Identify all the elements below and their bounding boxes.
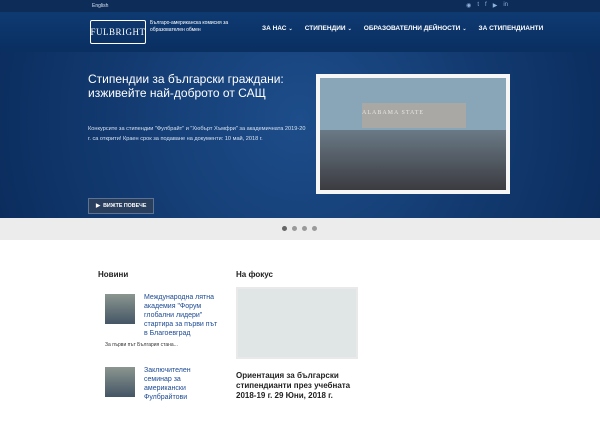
focus-title: На фокус — [236, 270, 273, 279]
carousel-dot[interactable] — [302, 226, 307, 231]
chevron-down-icon: ⌄ — [288, 25, 293, 32]
news-item-excerpt: За първи път България стана... — [105, 342, 178, 348]
sign-text: ALABAMA STATE — [362, 110, 425, 116]
see-more-label: ВИЖТЕ ПОВЕЧЕ — [103, 203, 147, 209]
nav-about-label: ЗА НАС — [262, 25, 287, 32]
chevron-down-icon: ⌄ — [462, 25, 467, 32]
carousel-dot[interactable] — [282, 226, 287, 231]
news-thumbnail[interactable] — [105, 294, 135, 324]
chevron-down-icon: ⌄ — [347, 25, 352, 32]
logo[interactable]: FULBRIGHT Българо-американска комисия за… — [90, 20, 230, 44]
hero-photo: ALABAMA STATE — [316, 74, 510, 194]
focus-section: На фокус Ориентация за български стипенд… — [236, 270, 362, 401]
news-thumbnail[interactable] — [105, 367, 135, 397]
nav-education-label: ОБРАЗОВАТЕЛНИ ДЕЙНОСТИ — [363, 25, 461, 32]
crowd — [320, 130, 506, 190]
see-more-button[interactable]: ▶ ВИЖТЕ ПОВЕЧЕ — [88, 198, 154, 214]
hero-slider: Стипендии за български граждани: изживей… — [0, 52, 600, 218]
news-item-title[interactable]: Заключителен семинар за американски Фулб… — [144, 366, 218, 402]
nav-scholarships[interactable]: СТИПЕНДИИ ⌄ — [305, 25, 352, 32]
news-item[interactable]: Заключителен семинар за американски Фулб… — [98, 367, 218, 425]
focus-photo[interactable] — [236, 287, 358, 359]
carousel-dot[interactable] — [312, 226, 317, 231]
news-item-title[interactable]: Международна лятна академия "Форум глоба… — [144, 293, 218, 338]
logo-tagline: Българо-американска комисия за образоват… — [150, 20, 229, 33]
facebook-icon[interactable]: f — [485, 2, 487, 9]
news-section: Новини Международна лятна академия "Фору… — [98, 270, 218, 425]
site-header: FULBRIGHT Българо-американска комисия за… — [0, 12, 600, 52]
fulbright-logo: FULBRIGHT — [90, 20, 146, 44]
language-link[interactable]: English — [92, 3, 108, 9]
news-title: Новини — [98, 270, 129, 279]
news-item[interactable]: Международна лятна академия "Форум глоба… — [98, 294, 218, 352]
play-icon: ▶ — [96, 203, 101, 209]
main-nav: ЗА НАС ⌄ СТИПЕНДИИ ⌄ ОБРАЗОВАТЕЛНИ ДЕЙНО… — [262, 25, 543, 32]
focus-item-title[interactable]: Ориентация за български стипендианти пре… — [236, 371, 362, 401]
linkedin-icon[interactable]: in — [503, 2, 508, 9]
twitter-icon[interactable]: t — [477, 2, 479, 9]
nav-fellows[interactable]: ЗА СТИПЕНДИАНТИ — [479, 25, 544, 32]
alabama-state-sign: ALABAMA STATE — [362, 103, 466, 128]
top-bar: English ◉ t f ▶ in — [0, 0, 600, 12]
nav-scholarships-label: СТИПЕНДИИ — [304, 25, 346, 32]
carousel-dots — [282, 226, 317, 231]
carousel-dot[interactable] — [292, 226, 297, 231]
nav-about[interactable]: ЗА НАС ⌄ — [262, 25, 293, 32]
hero-headline: Стипендии за български граждани: изживей… — [88, 72, 284, 100]
nav-education[interactable]: ОБРАЗОВАТЕЛНИ ДЕЙНОСТИ ⌄ — [364, 25, 467, 32]
group-photo: ALABAMA STATE — [320, 78, 506, 190]
rss-icon[interactable]: ◉ — [466, 2, 471, 9]
nav-fellows-label: ЗА СТИПЕНДИАНТИ — [478, 25, 544, 32]
social-links: ◉ t f ▶ in — [466, 2, 508, 9]
youtube-icon[interactable]: ▶ — [493, 2, 498, 9]
hero-body: Конкурсите за стипендии "Фулбрайт" и "Хю… — [88, 126, 306, 142]
